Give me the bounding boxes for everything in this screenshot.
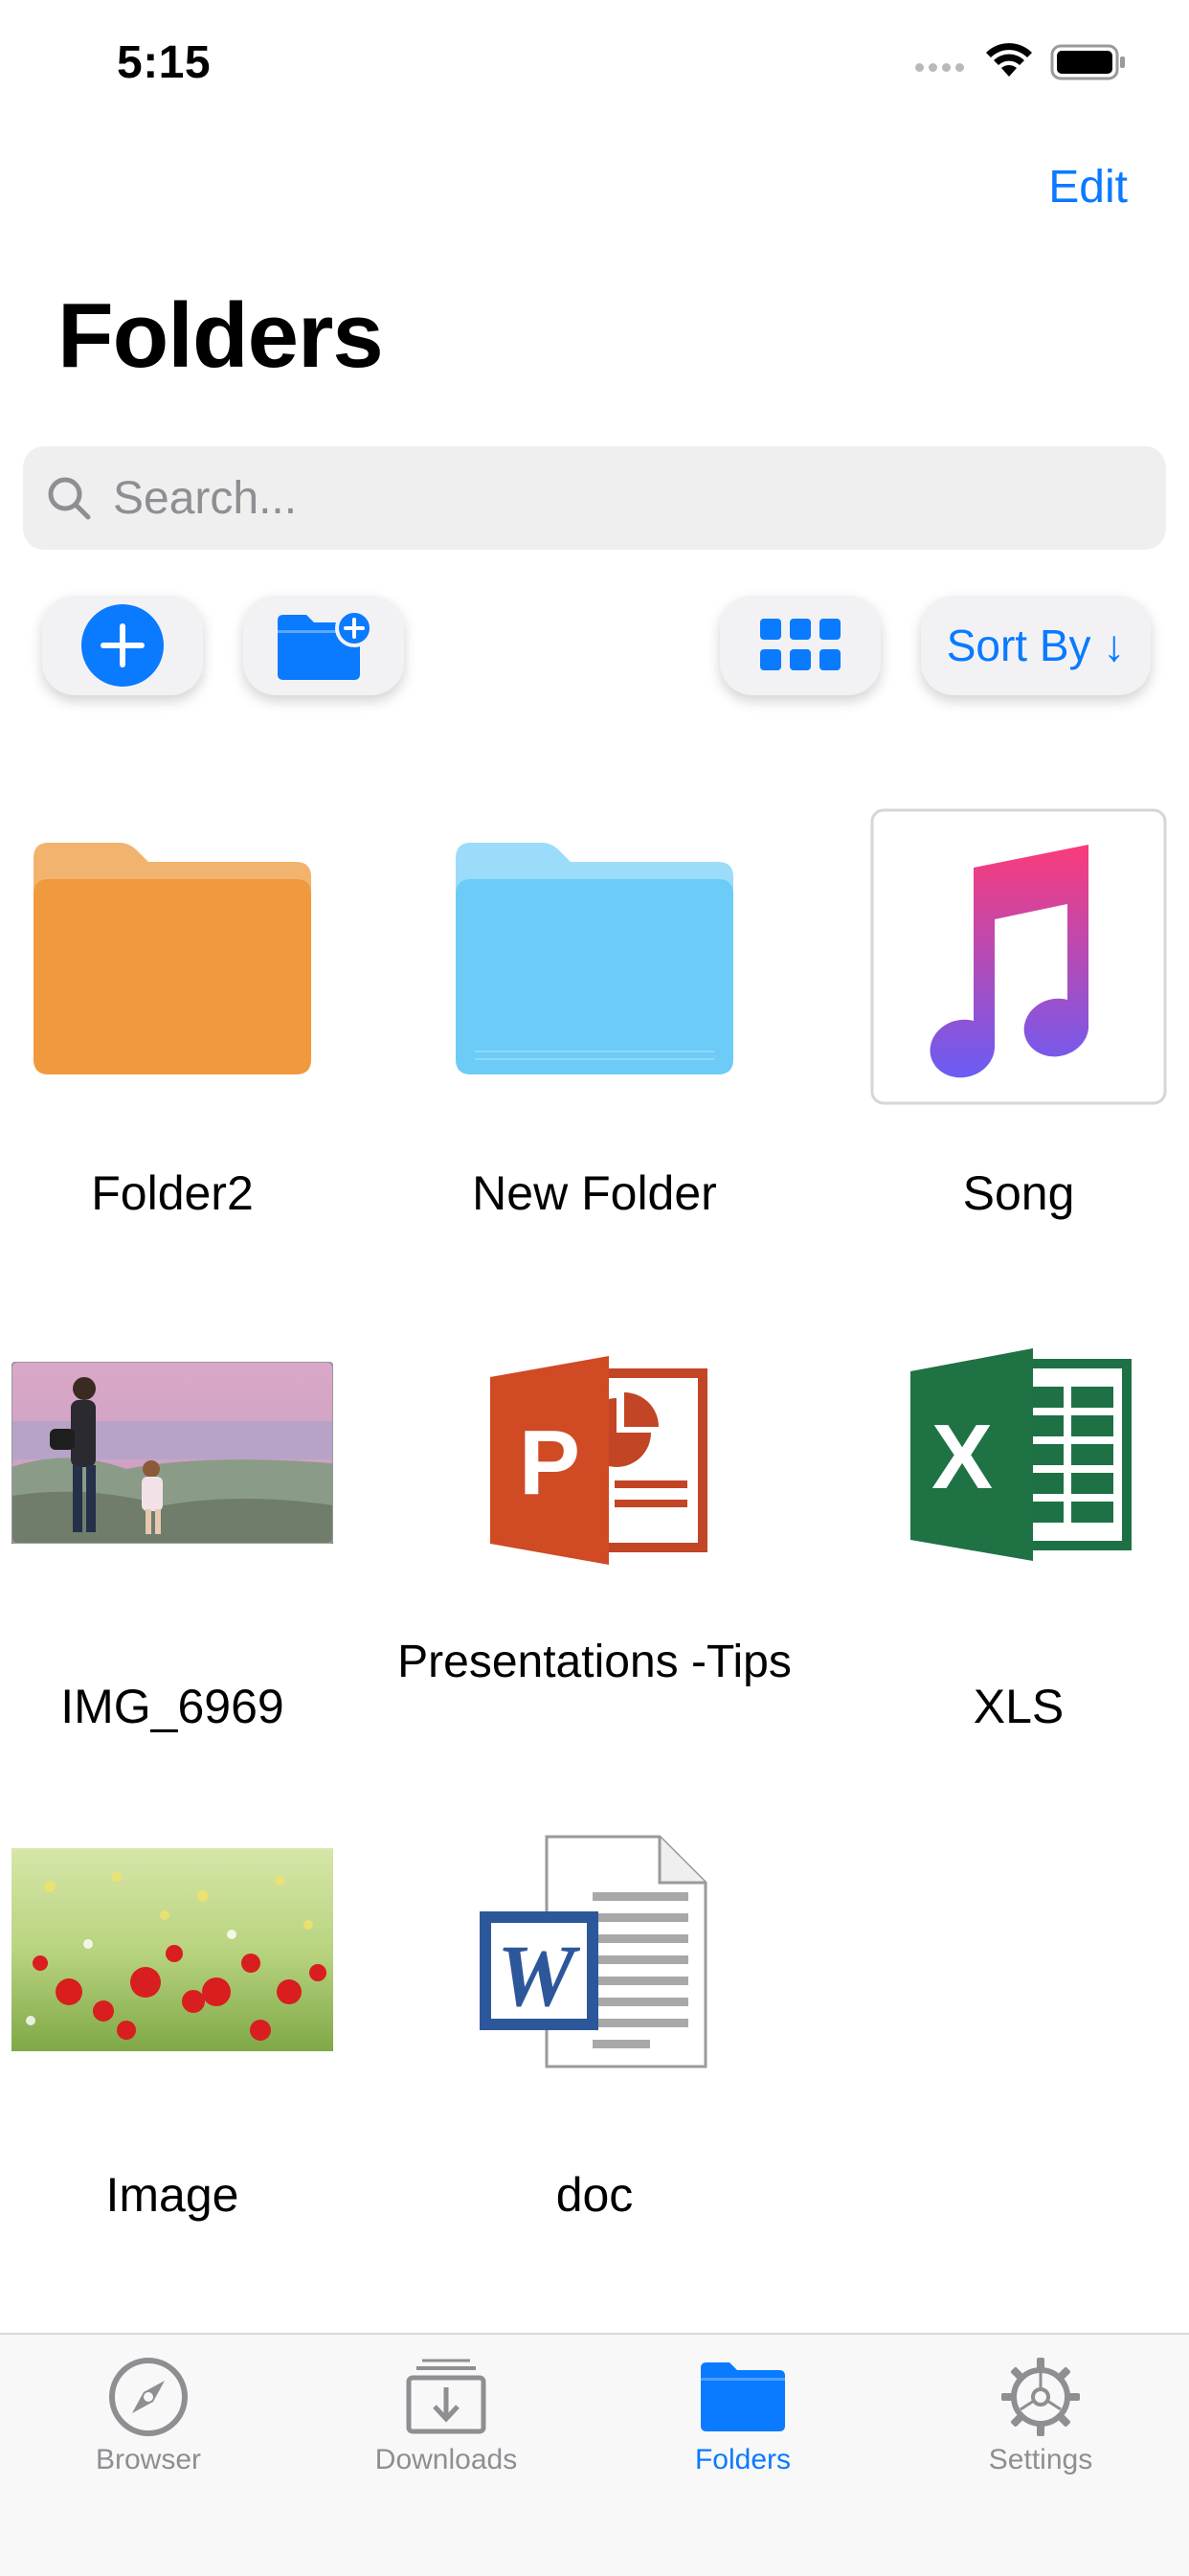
svg-text:X: X [931, 1406, 993, 1508]
search-bar[interactable] [23, 446, 1166, 550]
tab-settings[interactable]: Settings [892, 2335, 1189, 2507]
file-label: Folder2 [91, 1166, 254, 1220]
file-label: Presentations -Tips [397, 1637, 792, 1687]
grid-icon [760, 619, 841, 670]
tab-label: Downloads [374, 2444, 518, 2475]
file-item-img-6969[interactable]: IMG_6969 [0, 1350, 373, 1733]
grid-view-button[interactable] [720, 596, 881, 695]
folder-plus-icon [278, 609, 373, 680]
gear-icon [1001, 2358, 1080, 2436]
file-label: IMG_6969 [60, 1680, 284, 1733]
tab-label: Browser [95, 2444, 202, 2475]
file-item-image[interactable]: Image [0, 1839, 373, 2222]
photo-thumbnail [11, 1362, 333, 1544]
file-item-xls[interactable]: X XLS [818, 1341, 1189, 1733]
file-item-presentations-tips[interactable]: P Presentations -Tips [393, 1341, 796, 1762]
status-time: 5:15 [117, 37, 212, 88]
download-tray-icon [406, 2359, 486, 2434]
plus-circle-icon [81, 604, 164, 687]
new-folder-button[interactable] [243, 596, 404, 695]
svg-text:P: P [519, 1412, 580, 1514]
tab-bar: Browser Downloads Folders Settings [0, 2333, 1189, 2576]
file-label: XLS [973, 1680, 1065, 1733]
sort-button[interactable]: Sort By ↓ [921, 596, 1151, 695]
add-button[interactable] [42, 596, 203, 695]
battery-icon [1050, 44, 1125, 80]
svg-text:W: W [497, 1927, 581, 2024]
file-label: New Folder [472, 1166, 717, 1220]
edit-button[interactable]: Edit [1048, 161, 1128, 214]
file-label: doc [555, 2168, 634, 2222]
word-icon: W [480, 1835, 707, 2068]
orange-folder-icon [34, 843, 311, 1074]
tab-folders[interactable]: Folders [594, 2335, 891, 2507]
tab-label: Settings [988, 2444, 1093, 2475]
wifi-icon [986, 43, 1032, 77]
file-item-folder2[interactable]: Folder2 [0, 824, 373, 1235]
excel-icon: X [910, 1348, 1132, 1561]
tab-browser[interactable]: Browser [0, 2335, 297, 2507]
flowers-thumbnail [11, 1848, 333, 2051]
folder-icon [701, 2362, 785, 2431]
file-label: Image [105, 2168, 239, 2222]
file-item-new-folder[interactable]: New Folder [393, 824, 796, 1235]
blue-folder-icon [456, 843, 733, 1074]
tab-label: Folders [694, 2444, 792, 2475]
file-item-doc[interactable]: W doc [393, 1829, 796, 2231]
file-item-song[interactable]: Song [818, 804, 1189, 1235]
compass-icon [109, 2358, 188, 2436]
music-note-icon [870, 808, 1167, 1105]
file-label: Song [962, 1166, 1075, 1220]
cellular-signal-icon [915, 63, 964, 72]
page-title: Folders [57, 284, 384, 387]
tab-downloads[interactable]: Downloads [298, 2335, 594, 2507]
search-icon [48, 477, 91, 520]
search-input[interactable] [111, 470, 1072, 526]
powerpoint-icon: P [490, 1356, 707, 1565]
